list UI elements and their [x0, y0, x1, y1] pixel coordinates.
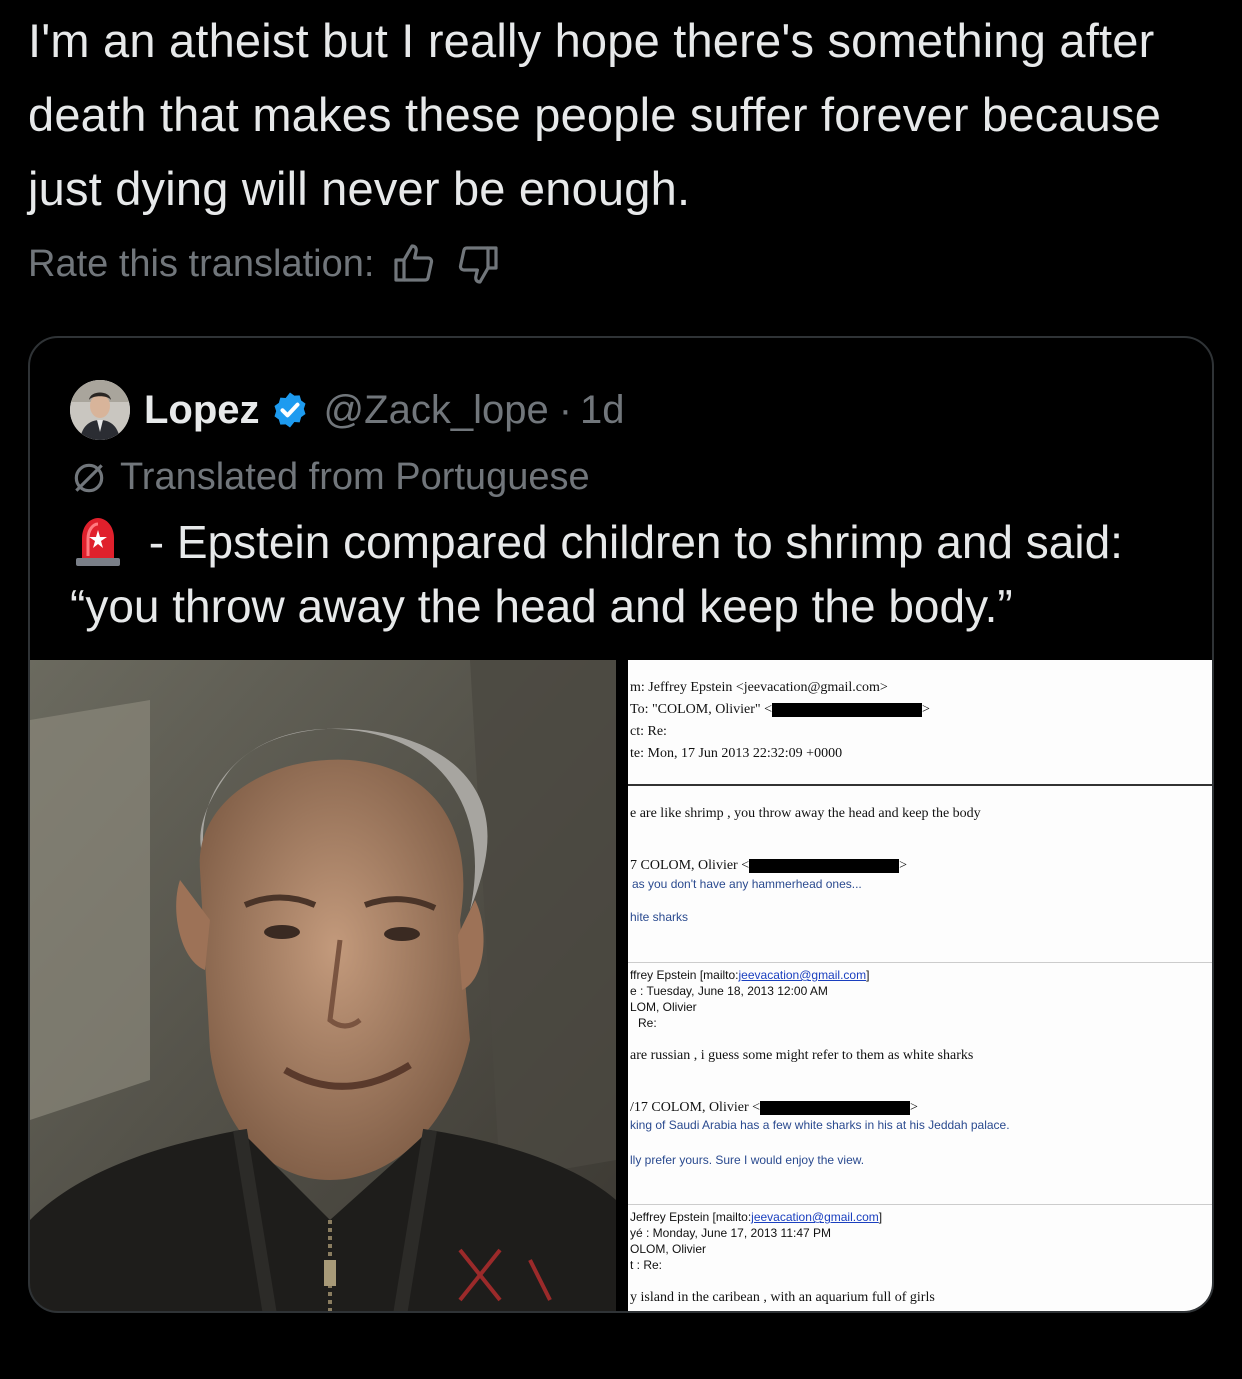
- quoted-text-line: as you don't have any hammerhead ones...: [632, 877, 862, 891]
- separator-dot: ·: [558, 387, 573, 432]
- quoted-text-line: lly prefer yours. Sure I would enjoy the…: [630, 1153, 865, 1167]
- redaction-bar: [760, 1100, 910, 1115]
- email-from: m: Jeffrey Epstein <jeevacation@gmail.co…: [630, 680, 888, 695]
- quoted-subject-line: t : Re:: [630, 1258, 663, 1272]
- quoted-text-line: hite sharks: [630, 910, 689, 924]
- quoted-from-line: Jeffrey Epstein [mailto:jeevacation@gmai…: [630, 1210, 883, 1224]
- translate-icon: [74, 463, 104, 492]
- quoted-date-line: e : Tuesday, June 18, 2013 12:00 AM: [630, 984, 828, 998]
- email-body-line: are russian , i guess some might refer t…: [630, 1048, 974, 1063]
- quoted-subject-line: Re:: [638, 1016, 657, 1030]
- thumbs-down-icon[interactable]: [454, 240, 502, 288]
- quoted-post-body: - Epstein compared children to shrimp an…: [70, 516, 1123, 632]
- quoted-date-line: yé : Monday, June 17, 2013 11:47 PM: [630, 1226, 832, 1240]
- email-subject: ct: Re:: [630, 724, 667, 739]
- quoted-text-line: king of Saudi Arabia has a few white sha…: [630, 1118, 1010, 1132]
- quoted-post[interactable]: Lopez @Zack_lope · 1d Translated from Po…: [28, 336, 1214, 1313]
- redaction-bar: [749, 858, 900, 873]
- email-to: To: "COLOM, Olivier" < >: [630, 702, 930, 717]
- email-body-line: e are like shrimp , you throw away the h…: [630, 806, 981, 821]
- avatar[interactable]: [70, 380, 130, 440]
- translated-label-row: Translated from Portuguese: [70, 456, 590, 499]
- author-handle[interactable]: @Zack_lope: [324, 388, 549, 433]
- quoted-header-line: 7 COLOM, Olivier < >: [630, 858, 908, 873]
- siren-emoji-icon: [76, 518, 120, 566]
- rate-translation-row: Rate this translation:: [28, 236, 502, 292]
- post-time[interactable]: 1d: [580, 388, 625, 433]
- media-grid: m: Jeffrey Epstein <jeevacation@gmail.co…: [30, 660, 1212, 1311]
- divider: [628, 962, 1212, 963]
- quoted-to-line: OLOM, Olivier: [630, 1242, 707, 1256]
- quoted-post-text: - Epstein compared children to shrimp an…: [70, 510, 1190, 638]
- quoted-to-line: LOM, Olivier: [630, 1000, 697, 1014]
- portrait-photo[interactable]: [30, 660, 616, 1311]
- quoted-from-line: ffrey Epstein [mailto:jeevacation@gmail.…: [630, 968, 870, 982]
- email-date: te: Mon, 17 Jun 2013 22:32:09 +0000: [630, 746, 843, 761]
- divider: [628, 1204, 1212, 1205]
- tweet-text: I'm an atheist but I really hope there's…: [28, 14, 1162, 215]
- translated-label: Translated from Portuguese: [120, 456, 590, 498]
- author-name[interactable]: Lopez: [144, 388, 260, 433]
- redaction-bar: [772, 702, 923, 717]
- email-document-image[interactable]: m: Jeffrey Epstein <jeevacation@gmail.co…: [628, 660, 1212, 1311]
- rate-translation-label: Rate this translation:: [28, 242, 375, 285]
- quoted-post-header: Lopez @Zack_lope · 1d: [70, 380, 625, 440]
- email-body-line: y island in the caribean , with an aquar…: [630, 1290, 935, 1305]
- quoted-header-line: /17 COLOM, Olivier < >: [630, 1100, 918, 1115]
- thumbs-up-icon[interactable]: [390, 240, 438, 288]
- divider: [628, 784, 1212, 786]
- verified-badge-icon: [274, 392, 306, 428]
